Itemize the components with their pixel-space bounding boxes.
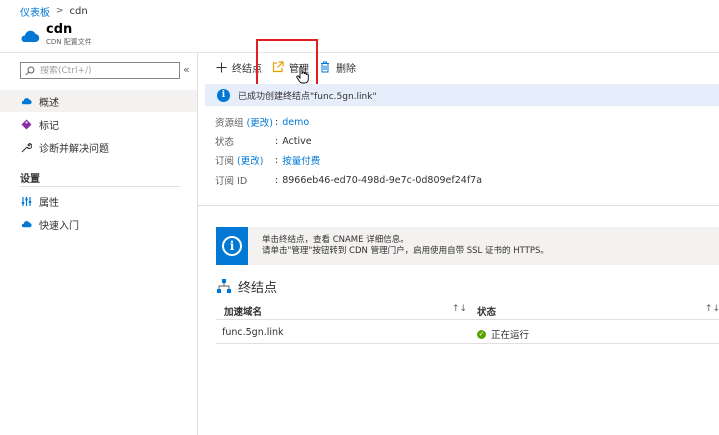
sidebar-item-label: 诊断并解决问题: [39, 143, 109, 155]
sidebar-item-diagnose[interactable]: 诊断并解决问题: [0, 136, 197, 158]
column-header-domain[interactable]: 加速域名: [224, 304, 262, 318]
delete-label: 删除: [336, 63, 356, 75]
subscription-id-row: 订阅 ID : 8966eb46-ed70-498d-9e7c-0d809ef2…: [215, 172, 515, 188]
endpoint-domain[interactable]: func.5gn.link: [222, 327, 284, 338]
subscription-label: 订阅 (更改): [215, 156, 264, 167]
tag-icon: [20, 118, 32, 130]
endpoint-status: ✓ 正在运行: [477, 327, 529, 341]
sidebar-item-tags[interactable]: 标记: [0, 113, 197, 135]
banner-text: 已成功创建终结点"func.5gn.link": [238, 91, 377, 102]
info-panel: i 单击终结点，查看 CNAME 详细信息。 请单击"管理"按钮转到 CDN 管…: [216, 227, 719, 265]
wrench-icon: [20, 141, 32, 153]
add-endpoint-button[interactable]: 终结点: [215, 60, 262, 75]
change-subscription-link[interactable]: (更改): [237, 156, 263, 167]
trash-icon: [319, 61, 331, 73]
subscription-id-label: 订阅 ID: [215, 176, 248, 187]
info-line-2: 请单击"管理"按钮转到 CDN 管理门户，启用使用自带 SSL 证书的 HTTP…: [262, 246, 549, 256]
resource-header: cdn CDN 配置文件: [18, 22, 92, 52]
properties-icon: [20, 195, 32, 207]
endpoints-section-title: 终结点: [216, 277, 278, 296]
sidebar-section-settings: 设置: [20, 174, 40, 185]
success-notification-banner: i 已成功创建终结点"func.5gn.link": [205, 84, 719, 106]
endpoints-table-header: 加速域名 ↑↓ 状态 ↑↓: [216, 300, 719, 320]
info-line-1: 单击终结点，查看 CNAME 详细信息。: [262, 235, 409, 245]
search-box[interactable]: [20, 62, 180, 79]
search-input[interactable]: [39, 65, 179, 76]
table-row[interactable]: func.5gn.link ✓ 正在运行: [216, 322, 719, 344]
cloud-icon: [20, 218, 32, 230]
page-subtitle: CDN 配置文件: [46, 38, 92, 46]
cloud-icon: [21, 30, 40, 43]
column-header-status[interactable]: 状态: [477, 304, 496, 318]
external-link-icon: [272, 61, 284, 73]
page-title: cdn: [46, 22, 73, 37]
hand-cursor-icon: [296, 66, 309, 84]
breadcrumb-current: cdn: [69, 5, 88, 17]
info-icon: i: [217, 88, 230, 102]
plus-icon: [215, 61, 227, 73]
endpoint-status-text: 正在运行: [491, 330, 530, 341]
sidebar-item-label: 标记: [39, 120, 59, 132]
colon: :: [275, 154, 279, 166]
endpoints-icon: [217, 279, 231, 293]
subscription-id-value: 8966eb46-ed70-498d-9e7c-0d809ef24f7a: [282, 174, 483, 186]
collapse-sidebar-button[interactable]: «: [183, 63, 190, 76]
status-label: 状态: [215, 137, 235, 148]
breadcrumb-dashboard-link[interactable]: 仪表板: [20, 4, 50, 19]
sidebar-item-label: 属性: [39, 197, 59, 209]
delete-button[interactable]: 删除: [319, 60, 356, 75]
check-circle-icon: ✓: [477, 329, 486, 339]
endpoints-title-text: 终结点: [238, 280, 278, 296]
colon: :: [275, 174, 279, 186]
sidebar-item-properties[interactable]: 属性: [0, 190, 197, 212]
resource-group-row: 资源组 (更改) : demo: [215, 114, 515, 130]
change-resource-group-link[interactable]: (更改): [247, 118, 273, 129]
info-icon: i: [216, 227, 248, 265]
add-endpoint-label: 终结点: [232, 63, 262, 75]
resource-group-value[interactable]: demo: [282, 117, 309, 128]
sidebar-section-divider: [20, 186, 180, 187]
sort-domain-icon[interactable]: ↑↓: [452, 304, 467, 314]
resource-group-label: 资源组 (更改): [215, 118, 273, 129]
status-row: 状态 : Active: [215, 133, 515, 149]
sidebar-item-label: 概述: [39, 97, 59, 109]
sidebar-item-quickstart[interactable]: 快速入门: [0, 213, 197, 235]
breadcrumb-separator-icon: >: [56, 6, 64, 16]
search-icon: [25, 66, 35, 75]
toolbar: 终结点 管理 删除: [215, 58, 366, 76]
sidebar: « 概述 标记 诊断并解决问题 设置 属性: [0, 53, 198, 435]
sort-status-icon[interactable]: ↑↓: [705, 304, 719, 314]
breadcrumb: 仪表板 > cdn: [20, 4, 88, 19]
sidebar-item-label: 快速入门: [39, 220, 79, 232]
subscription-value[interactable]: 按量付费: [282, 153, 320, 167]
essentials-divider: [198, 205, 719, 206]
colon: :: [275, 116, 279, 128]
cloud-icon: [20, 95, 32, 107]
subscription-row: 订阅 (更改) : 按量付费: [215, 152, 515, 168]
status-value: Active: [282, 135, 312, 147]
sidebar-item-overview[interactable]: 概述: [0, 90, 197, 112]
colon: :: [275, 135, 279, 147]
